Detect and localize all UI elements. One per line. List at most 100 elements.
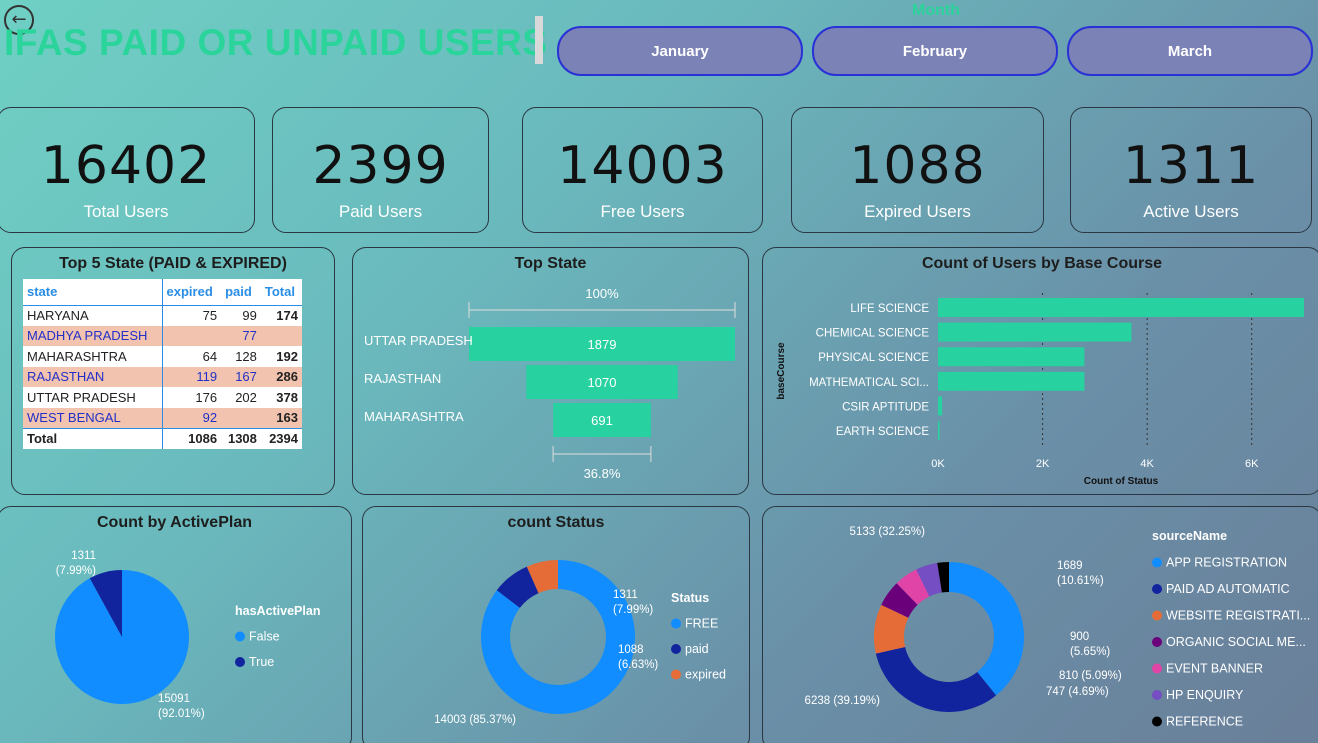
kpi-card-expired-users: 1088 Expired Users xyxy=(791,107,1044,233)
month-button-march[interactable]: March xyxy=(1067,26,1313,76)
table-cell: 174 xyxy=(276,308,298,323)
bar xyxy=(938,421,940,440)
table-cell: 378 xyxy=(276,389,298,405)
table-row[interactable]: WEST BENGAL 92 163 xyxy=(23,407,302,428)
x-axis-title: Count of Status xyxy=(1084,476,1159,487)
status-panel: count Status 14003 (85.37%) 1311 (7.99%) 10… xyxy=(362,506,750,743)
kpi-card-paid-users: 2399 Paid Users xyxy=(272,107,489,233)
category-label: EARTH SCIENCE xyxy=(836,426,929,438)
funnel-value-label: 691 xyxy=(591,413,613,428)
slice-data-label: (5.65%) xyxy=(1070,646,1110,658)
funnel-category-label: MAHARASHTRA xyxy=(364,409,464,424)
table-row[interactable]: HARYANA 75 99 174 xyxy=(23,305,302,326)
legend-marker xyxy=(671,644,681,654)
page-title: IFAS PAID OR UNPAID USERS xyxy=(4,22,548,63)
table-cell: RAJASTHAN xyxy=(23,366,163,387)
table-cell: 176 xyxy=(195,389,218,405)
legend-item: True xyxy=(249,655,274,669)
table-row[interactable]: MAHARASHTRA 64 128 192 xyxy=(23,346,302,367)
table-cell: 167 xyxy=(221,366,261,387)
legend-marker xyxy=(1152,557,1162,568)
legend-marker xyxy=(1152,584,1162,594)
base-course-panel: Count of Users by Base Course 0K 2K 4K 6K LI… xyxy=(762,247,1318,495)
slice-data-label: (10.61%) xyxy=(1057,575,1104,587)
month-button-february[interactable]: February xyxy=(812,26,1058,76)
legend-item: EVENT BANNER xyxy=(1166,662,1263,676)
bar xyxy=(938,322,1132,342)
table-cell: 286 xyxy=(260,366,302,387)
funnel-category-label: RAJASTHAN xyxy=(364,371,441,386)
legend-item: FREE xyxy=(685,617,718,631)
funnel-value-label: 1070 xyxy=(588,375,617,390)
funnel-value-label: 1879 xyxy=(588,337,617,352)
table-cell: MADHYA PRADESH xyxy=(23,325,163,346)
table-cell: 1086 xyxy=(162,427,222,449)
slice-data-label: (92.01%) xyxy=(158,708,205,720)
table-row[interactable]: UTTAR PRADESH 176 202 378 xyxy=(23,387,302,408)
slice-data-label: (7.99%) xyxy=(56,565,96,577)
legend-item: PAID AD AUTOMATIC xyxy=(1166,582,1290,596)
slice-data-label: 1311 xyxy=(613,589,638,601)
category-label: CHEMICAL SCIENCE xyxy=(816,328,930,340)
text-cursor xyxy=(535,16,543,64)
table-cell: 77 xyxy=(221,325,261,346)
kpi-value: 14003 xyxy=(557,136,728,196)
legend-item: HP ENQUIRY xyxy=(1166,688,1244,702)
month-slicer-label: Month xyxy=(912,2,960,19)
pie-slice xyxy=(949,562,1024,696)
pie-slice xyxy=(875,646,997,712)
y-axis-title: baseCourse xyxy=(776,342,787,400)
table-cell: 64 xyxy=(202,348,218,364)
pie-chart: 15091 (92.01%) 1311 (7.99%) hasActivePlan Fal… xyxy=(54,550,320,720)
legend-item: expired xyxy=(685,668,726,682)
x-tick-label: 0K xyxy=(931,458,945,470)
funnel-category-label: UTTAR PRADESH xyxy=(364,333,473,348)
legend-marker xyxy=(1152,716,1162,727)
slice-data-label: 747 (4.69%) xyxy=(1046,686,1109,698)
kpi-label: Expired Users xyxy=(864,202,971,221)
legend-title: Status xyxy=(671,591,709,605)
bar xyxy=(938,347,1085,367)
table-cell: 1308 xyxy=(221,427,261,449)
bar xyxy=(938,371,1085,391)
slice-data-label: 810 (5.09%) xyxy=(1059,670,1122,682)
kpi-label: Paid Users xyxy=(338,202,423,221)
table-cell xyxy=(260,325,302,346)
legend-marker xyxy=(1152,637,1162,647)
donut-chart: 6238 (39.19%) 5133 (32.25%) 1689 (10.61%) 90… xyxy=(805,526,1311,729)
slice-data-label: 1689 xyxy=(1057,560,1083,572)
kpi-card-free-users: 14003 Free Users xyxy=(522,107,763,233)
table-cell: 75 xyxy=(202,308,218,323)
bar xyxy=(938,396,943,416)
funnel-top-label: 100% xyxy=(585,286,619,301)
table-cell: 192 xyxy=(276,348,298,364)
kpi-label: Free Users xyxy=(600,202,685,221)
slice-data-label: 5133 (32.25%) xyxy=(850,526,926,538)
column-header[interactable]: expired xyxy=(162,279,222,306)
legend-item: False xyxy=(249,630,280,644)
bar xyxy=(938,298,1304,317)
table-cell xyxy=(221,407,261,428)
table-row[interactable]: RAJASTHAN 119 167 286 xyxy=(23,366,302,387)
active-plan-panel: Count by ActivePlan 15091 (92.01%) 1311 (7.… xyxy=(0,506,352,743)
kpi-value: 1088 xyxy=(849,136,986,196)
table-row[interactable]: MADHYA PRADESH 77 xyxy=(23,325,302,346)
table-cell: 202 xyxy=(235,389,257,405)
table-cell: WEST BENGAL xyxy=(23,407,163,428)
table-cell xyxy=(162,325,222,346)
slice-data-label: 900 xyxy=(1070,631,1089,643)
top-state-panel: Top State 100% 1879 UTTAR PRADESH 1070 RAJAS… xyxy=(352,247,749,495)
column-header[interactable]: state xyxy=(23,279,163,306)
column-header[interactable]: Total xyxy=(260,279,302,306)
kpi-card-active-users: 1311 Active Users xyxy=(1070,107,1312,233)
legend-item: WEBSITE REGISTRATI... xyxy=(1166,609,1310,623)
kpi-label: Active Users xyxy=(1143,202,1239,221)
legend-title: hasActivePlan xyxy=(235,604,320,618)
kpi-value: 1311 xyxy=(1122,136,1260,196)
month-button-january[interactable]: January xyxy=(557,26,803,76)
legend-marker xyxy=(235,657,245,667)
legend-marker xyxy=(1152,690,1162,700)
category-label: PHYSICAL SCIENCE xyxy=(818,352,929,364)
table-cell: 119 xyxy=(162,366,222,387)
column-header[interactable]: paid xyxy=(221,279,261,306)
